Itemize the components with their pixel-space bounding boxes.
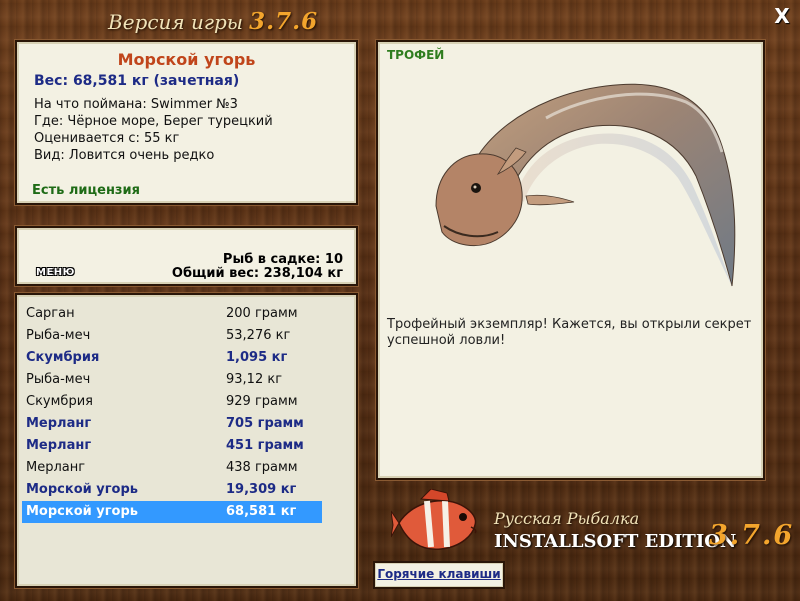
catch-row[interactable]: Морской угорь 19,309 кг xyxy=(22,479,322,501)
brand-title: Русская Рыбалка xyxy=(494,509,640,528)
catch-weight: 451 грамм xyxy=(226,438,304,453)
window-title-text: Версия игры xyxy=(108,10,244,34)
brand-fish-logo xyxy=(391,489,477,550)
catch-row[interactable]: Рыба-меч 53,276 кг xyxy=(22,325,322,347)
catch-name: Мерланг xyxy=(26,416,92,431)
moray-eel-image xyxy=(435,83,736,287)
fish-info-panel: Морской угорь Вес: 68,581 кг (зачетная) … xyxy=(15,40,358,205)
catch-row[interactable]: Мерланг 438 грамм xyxy=(22,457,322,479)
catch-name: Сарган xyxy=(26,306,75,321)
trophy-message: Трофейный экземпляр! Кажется, вы открыли… xyxy=(387,317,752,348)
catch-row[interactable]: Мерланг 705 грамм xyxy=(22,413,322,435)
catch-name: Мерланг xyxy=(26,438,92,453)
catch-list[interactable]: Сарган 200 грамм Рыба-меч 53,276 кг Скумбр… xyxy=(15,293,358,588)
close-button[interactable]: X xyxy=(772,6,792,26)
catch-name: Рыба-меч xyxy=(26,372,91,387)
fish-name: Морской угорь xyxy=(117,50,256,69)
catch-row[interactable]: Скумбрия 1,095 кг xyxy=(22,347,322,369)
cage-panel: МЕНЮ Рыб в садке: 10 Общий вес: 238,104 … xyxy=(15,226,358,286)
catch-weight: 200 грамм xyxy=(226,306,298,321)
catch-name: Морской угорь xyxy=(26,504,138,519)
cage-total-weight: Общий вес: 238,104 кг xyxy=(171,266,343,281)
window-version: 3.7.6 xyxy=(249,8,319,35)
catch-row-selected[interactable]: Морской угорь 68,581 кг xyxy=(22,501,322,523)
fish-weight: Вес: 68,581 кг (зачетная) xyxy=(34,73,240,89)
cage-fish-count: Рыб в садке: 10 xyxy=(222,252,343,267)
menu-button[interactable]: МЕНЮ xyxy=(36,267,75,278)
catch-weight: 93,12 кг xyxy=(226,372,283,387)
location-line: Где: Чёрное море, Берег турецкий xyxy=(34,114,273,129)
catch-weight: 929 грамм xyxy=(226,394,298,409)
license-status: Есть лицензия xyxy=(32,183,140,198)
catch-weight: 705 грамм xyxy=(226,416,304,431)
catch-name: Скумбрия xyxy=(26,350,100,365)
catch-name: Скумбрия xyxy=(26,394,93,409)
bait-line: На что поймана: Swimmer №3 xyxy=(34,97,238,112)
window-title: Версия игры 3.7.6 xyxy=(108,8,318,36)
catch-row[interactable]: Скумбрия 929 грамм xyxy=(22,391,322,413)
trophy-panel: ТРОФЕЙ Трофейный экземпляр! Кажется, вы … xyxy=(376,40,765,480)
hotkeys-button[interactable]: Горячие клавиши xyxy=(373,561,505,589)
catch-weight: 68,581 кг xyxy=(226,504,297,519)
catch-weight: 19,309 кг xyxy=(226,482,297,497)
brand-edition: INSTALLSOFT EDITION xyxy=(494,531,737,552)
catch-weight: 53,276 кг xyxy=(226,328,291,343)
brand-version: 3.7.6 xyxy=(709,520,795,551)
catch-row[interactable]: Сарган 200 грамм xyxy=(22,303,322,325)
rarity-line: Вид: Ловится очень редко xyxy=(34,148,215,163)
catch-name: Морской угорь xyxy=(26,482,138,497)
trophy-threshold-line: Оценивается с: 55 кг xyxy=(34,131,180,146)
catch-name: Рыба-меч xyxy=(26,328,91,343)
catch-row[interactable]: Мерланг 451 грамм xyxy=(22,435,322,457)
catch-weight: 438 грамм xyxy=(226,460,298,475)
catch-name: Мерланг xyxy=(26,460,86,475)
catch-weight: 1,095 кг xyxy=(226,350,288,365)
catch-row[interactable]: Рыба-меч 93,12 кг xyxy=(22,369,322,391)
